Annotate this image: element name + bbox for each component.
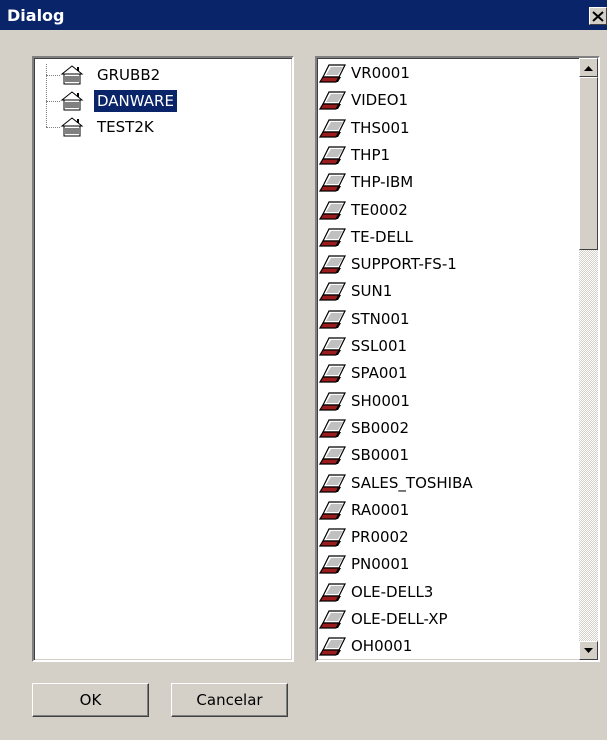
computer-list-item[interactable]: PN0001 — [318, 551, 569, 577]
computer-name: SALES_TOSHIBA — [351, 473, 473, 492]
computer-name: OLE-DELL-XP — [351, 610, 448, 628]
workgroup-house-icon — [60, 64, 84, 86]
laptop-computer-icon — [318, 253, 349, 275]
computer-list-item[interactable]: SUN1 — [318, 278, 569, 304]
laptop-computer-icon — [318, 390, 349, 412]
tree-connector — [46, 127, 60, 128]
computer-name: RA0001 — [351, 500, 410, 519]
computer-name: SSL001 — [351, 337, 408, 355]
tree-item-label: TEST2K — [97, 118, 154, 136]
computer-list-item[interactable]: VIDEO1 — [318, 87, 569, 113]
laptop-computer-icon — [318, 553, 349, 575]
scroll-down-button[interactable] — [579, 641, 598, 660]
workgroup-tree[interactable]: GRUBB2 DANWARE TEST2K — [32, 56, 294, 662]
laptop-computer-icon — [318, 499, 349, 521]
cancel-button[interactable]: Cancelar — [171, 683, 288, 717]
arrow-down-icon — [584, 647, 593, 653]
computer-list-item[interactable]: SH0001 — [318, 388, 569, 414]
ok-button[interactable]: OK — [32, 683, 149, 717]
computer-name: SB0002 — [351, 418, 409, 437]
computer-list-item[interactable]: TE0002 — [318, 197, 569, 223]
computer-list-item[interactable]: SUPPORT-FS-1 — [318, 251, 569, 277]
laptop-computer-icon — [318, 62, 349, 84]
computer-name: OLE-DELL3 — [351, 582, 434, 601]
computer-name: TE-DELL — [351, 227, 413, 246]
computer-name: SPA001 — [351, 364, 408, 383]
computer-name: VR0001 — [351, 64, 410, 82]
laptop-computer-icon — [318, 171, 349, 193]
scroll-up-button[interactable] — [579, 58, 598, 77]
computer-list-item[interactable]: THP-IBM — [318, 169, 569, 195]
computer-name: PR0002 — [351, 528, 409, 547]
computer-list-item[interactable]: SALES_TOSHIBA — [318, 470, 569, 496]
tree-connector — [46, 101, 60, 102]
computer-list-item[interactable]: SB0001 — [318, 442, 569, 468]
tree-item-test2k[interactable]: TEST2K — [34, 116, 290, 140]
computer-name: SB0001 — [351, 446, 409, 465]
computer-list-item[interactable]: OLE-DELL-XP — [318, 606, 569, 632]
computer-list-item[interactable]: PR0002 — [318, 524, 569, 550]
computer-list-item[interactable]: OLE-DELL3 — [318, 579, 569, 605]
computer-list[interactable]: VR0001 VIDEO1 THS001 THP1 THP-IBM TE0002 TE-DE… — [315, 56, 600, 662]
title-bar: Dialog — [0, 0, 607, 30]
computer-name: VIDEO1 — [351, 91, 409, 110]
laptop-computer-icon — [318, 608, 349, 630]
computer-name: THS001 — [351, 118, 410, 137]
laptop-computer-icon — [318, 117, 349, 139]
window-title: Dialog — [7, 6, 65, 25]
computer-name: SUPPORT-FS-1 — [351, 255, 457, 274]
computer-list-item[interactable]: THS001 — [318, 115, 569, 141]
tree-connector-vertical — [46, 64, 47, 127]
laptop-computer-icon — [318, 635, 349, 657]
laptop-computer-icon — [318, 308, 349, 330]
computer-name: STN001 — [351, 309, 410, 328]
computer-list-item[interactable]: TE-DELL — [318, 224, 569, 250]
close-icon — [592, 10, 604, 22]
laptop-computer-icon — [318, 581, 349, 603]
computer-name: SH0001 — [351, 391, 410, 410]
laptop-computer-icon — [318, 417, 349, 439]
tree-item-danware[interactable]: DANWARE — [34, 90, 290, 114]
computer-list-item[interactable]: STN001 — [318, 306, 569, 332]
arrow-up-icon — [584, 65, 593, 71]
close-button[interactable] — [589, 7, 607, 25]
laptop-computer-icon — [318, 362, 349, 384]
computer-name: PN0001 — [351, 555, 410, 574]
laptop-computer-icon — [318, 199, 349, 221]
tree-connector — [46, 75, 60, 76]
computer-name: SUN1 — [351, 282, 393, 301]
laptop-computer-icon — [318, 526, 349, 548]
tree-item-grubb2[interactable]: GRUBB2 — [34, 64, 290, 88]
computer-name: TE0002 — [351, 200, 408, 219]
laptop-computer-icon — [318, 144, 349, 166]
computer-list-item[interactable]: SPA001 — [318, 360, 569, 386]
computer-list-item[interactable]: RA0001 — [318, 497, 569, 523]
computer-list-item[interactable]: SSL001 — [318, 333, 569, 359]
workgroup-house-icon — [60, 90, 84, 112]
laptop-computer-icon — [318, 280, 349, 302]
computer-name: THP-IBM — [351, 173, 414, 192]
tree-item-label: GRUBB2 — [97, 66, 161, 84]
computer-name: OH0001 — [351, 637, 413, 656]
laptop-computer-icon — [318, 444, 349, 466]
computer-list-item[interactable]: SB0002 — [318, 415, 569, 441]
laptop-computer-icon — [318, 89, 349, 111]
scroll-thumb[interactable] — [579, 77, 598, 250]
laptop-computer-icon — [318, 226, 349, 248]
laptop-computer-icon — [318, 335, 349, 357]
workgroup-house-icon — [60, 116, 84, 138]
tree-item-label: DANWARE — [94, 90, 177, 112]
computer-list-item[interactable]: VR0001 — [318, 60, 569, 86]
computer-list-item[interactable]: OH0001 — [318, 633, 569, 659]
vertical-scrollbar[interactable] — [579, 58, 598, 660]
laptop-computer-icon — [318, 472, 349, 494]
computer-name: THP1 — [351, 145, 391, 164]
computer-list-item[interactable]: THP1 — [318, 142, 569, 168]
